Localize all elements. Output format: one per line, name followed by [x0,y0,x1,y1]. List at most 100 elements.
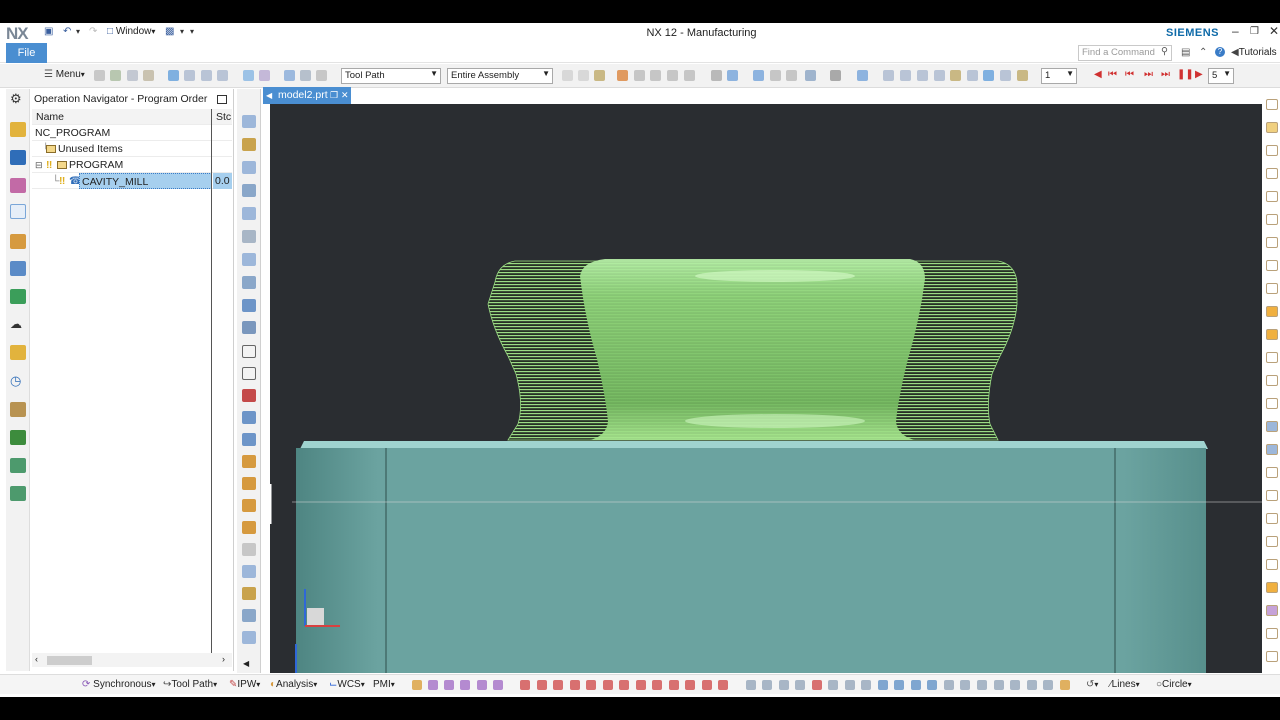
pmi-menu[interactable]: PMI▾ [373,679,395,690]
surface-icon-17[interactable] [1010,680,1020,690]
surface-icon-18[interactable] [1027,680,1037,690]
float-tab-icon[interactable]: ❐ [330,87,338,104]
shop-docs-icon[interactable] [242,230,256,243]
surface-icon-1[interactable] [746,680,756,690]
ops-icon-10[interactable] [727,70,738,81]
play-icon[interactable]: ▶ [1195,69,1203,80]
part-navigator-icon[interactable] [10,122,26,137]
ops-icon-9[interactable] [711,70,722,81]
curve-icon-5[interactable] [477,680,487,690]
view-icon-15[interactable] [1266,421,1278,432]
wcs-menu[interactable]: ⌙WCS▾ [329,679,365,690]
analysis-menu[interactable]: ◐Analysis▾ [270,679,317,690]
blank-icon[interactable] [242,411,256,424]
fillet-icon[interactable] [652,680,662,690]
view-icon-11[interactable] [1266,329,1278,340]
ops-icon-14[interactable] [805,70,816,81]
scroll-right-icon[interactable]: › [222,654,225,664]
forward-to-end-icon[interactable]: ⏭ [1161,69,1170,80]
trim-icon[interactable] [669,680,679,690]
hatch-icon[interactable] [242,345,256,358]
view-icon-20[interactable] [1266,536,1278,547]
view-icon-5[interactable] [1266,191,1278,202]
web-browser-icon[interactable] [10,345,26,360]
scroll-left-icon[interactable]: ‹ [35,654,38,664]
select-all-icon[interactable] [143,70,154,81]
surface-icon-15[interactable] [977,680,987,690]
document-tab[interactable]: ◀ model2.prt ❐ ✕ [263,87,351,104]
view-icon-12[interactable] [1266,352,1278,363]
arc-icon-1[interactable] [586,680,596,690]
ops-icon-18[interactable] [900,70,911,81]
close-button[interactable]: ✕ [1269,24,1279,38]
ops-icon-25[interactable] [1017,70,1028,81]
circle-sketch-icon[interactable] [636,680,646,690]
rewind-icon[interactable]: ◀ [1094,69,1102,80]
view-icon-13[interactable] [1266,375,1278,386]
measure-icon[interactable] [242,609,256,622]
ops-icon-22[interactable] [967,70,978,81]
circle-menu[interactable]: ○Circle▾ [1156,679,1192,690]
curve-icon-2[interactable] [428,680,438,690]
ops-icon-6[interactable] [650,70,661,81]
system-materials-icon[interactable] [10,402,26,417]
step-forward-icon[interactable]: ⏭ [1144,69,1153,80]
speed-select[interactable]: 5 ▼ [1208,68,1234,84]
ops-icon-2[interactable] [578,70,589,81]
column-header-status[interactable]: Stc [216,109,231,125]
output-cls-icon[interactable] [242,276,256,289]
mirror-icon[interactable] [718,680,728,690]
scope-filter-select[interactable]: Entire Assembly ▼ [447,68,553,84]
point-icon[interactable] [520,680,530,690]
tree-row-cavity-mill[interactable]: └ ‼ ☎ CAVITY_MILL 0.0 [32,173,232,189]
create-geometry-icon[interactable] [242,161,256,174]
view-icon-3[interactable] [1266,145,1278,156]
menu-button[interactable]: ☰ Menu▾ [44,69,85,80]
clock-icon[interactable]: ◷ [10,373,26,388]
surface-icon-13[interactable] [944,680,954,690]
extend-icon[interactable] [685,680,695,690]
surface-icon-11[interactable] [911,680,921,690]
ribbon-options-icon[interactable]: ▤ [1181,47,1190,58]
type-filter-icon[interactable] [110,70,121,81]
ops-icon-21[interactable] [950,70,961,81]
lines-menu[interactable]: ∕Lines▾ [1110,679,1140,690]
help-icon[interactable]: ? [1215,47,1225,57]
type-filter-select[interactable]: Tool Path ▼ [341,68,441,84]
view-icon-2[interactable] [1266,122,1278,133]
synchronous-menu[interactable]: ⟳ Synchronous▾ [82,679,156,690]
step-back-icon[interactable]: ⏮ [1125,69,1134,80]
horizontal-scrollbar[interactable]: ‹ › [32,653,232,667]
collapse-ribbon-icon[interactable]: ⌃ [1199,47,1207,58]
visualization-icon[interactable]: ☁ [10,317,26,332]
step-select[interactable]: 1 ▼ [1041,68,1077,84]
machine-view-icon[interactable] [259,70,270,81]
view-icon-24[interactable] [1266,628,1278,639]
operation-navigator-icon[interactable] [10,204,26,219]
curve-icon-3[interactable] [444,680,454,690]
view-icon-17[interactable] [1266,467,1278,478]
machine-tool-navigator-icon[interactable] [10,234,26,249]
snap-control-icon[interactable] [217,70,228,81]
create-method-icon[interactable] [242,184,256,197]
curve-icon-6[interactable] [493,680,503,690]
tool-path-menu[interactable]: ↪Tool Path▾ [163,679,217,690]
ops-icon-17[interactable] [883,70,894,81]
view-icon-4[interactable] [1266,168,1278,179]
curve-options-dropdown[interactable]: ↺▾ [1086,679,1098,690]
tree-row-unused-items[interactable]: └ Unused Items [32,141,232,157]
surface-icon-19[interactable] [1043,680,1053,690]
surface-icon-12[interactable] [927,680,937,690]
surface-icon-16[interactable] [994,680,1004,690]
back-to-start-icon[interactable]: ⏮ [1108,69,1117,80]
constraint-navigator-icon[interactable] [10,178,26,193]
feature-icon-4[interactable] [242,521,256,534]
expand-strip-icon[interactable]: ◀ [243,659,249,668]
feature-icon-2[interactable] [242,477,256,490]
reuse-library-icon[interactable] [10,261,26,276]
view-icon-1[interactable] [1266,99,1278,110]
ops-icon-23[interactable] [983,70,994,81]
arc-icon-3[interactable] [619,680,629,690]
hatch-2-icon[interactable] [242,367,256,380]
view-icon-16[interactable] [1266,444,1278,455]
